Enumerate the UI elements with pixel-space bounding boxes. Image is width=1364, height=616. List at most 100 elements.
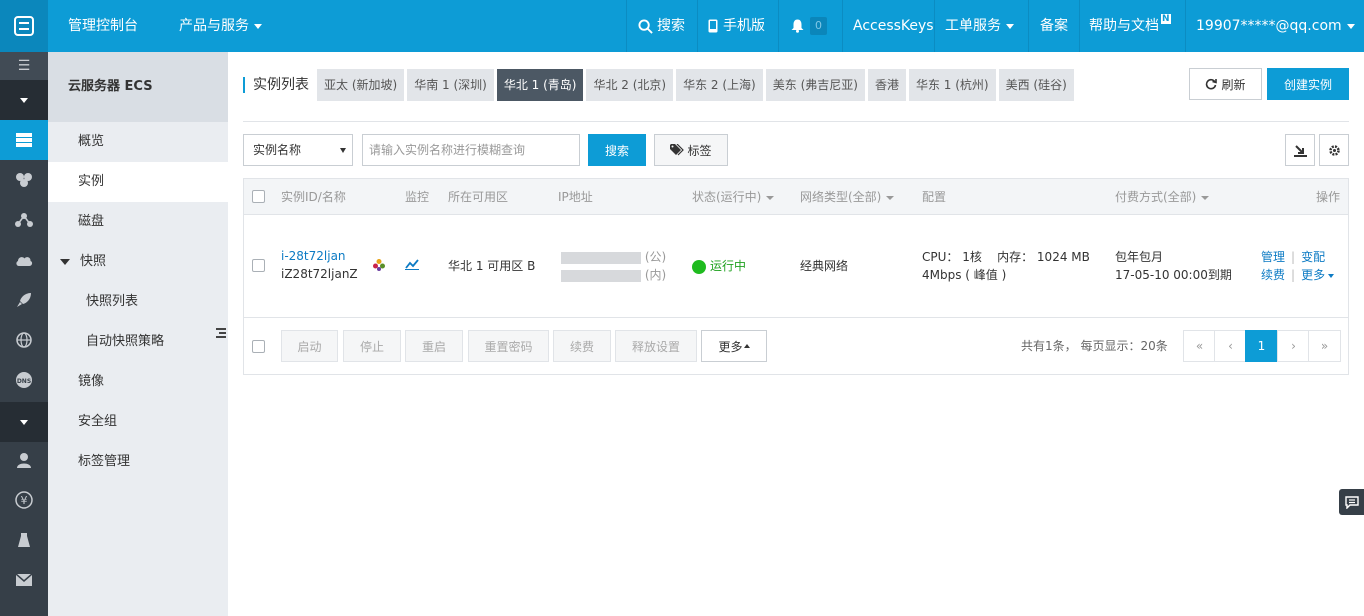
next-page-button[interactable]: › <box>1277 330 1310 362</box>
help-menu-label: 帮助与文档 <box>1089 18 1159 34</box>
notification-menu[interactable]: 0 <box>791 0 827 52</box>
refresh-icon <box>1206 78 1218 90</box>
row-checkbox[interactable] <box>252 259 265 272</box>
products-menu[interactable]: 产品与服务 <box>179 0 262 52</box>
sidebar-item-images[interactable]: 镜像 <box>48 362 228 402</box>
dns-icon[interactable]: DNS <box>0 360 48 400</box>
release-settings-button[interactable]: 释放设置 <box>615 330 697 362</box>
region-tab-active[interactable]: 华北 1 (青岛) <box>496 69 584 101</box>
ip-public: (公) <box>561 249 666 266</box>
region-tab[interactable]: 华东 1 (杭州) <box>908 69 996 101</box>
list-toggle-icon <box>216 328 226 338</box>
more-actions-link[interactable]: 更多 <box>1301 268 1335 282</box>
icp-link[interactable]: 备案 <box>1040 0 1068 52</box>
sidebar-item-disks[interactable]: 磁盘 <box>48 202 228 242</box>
collapse-arrow-icon[interactable] <box>0 402 48 442</box>
rocket-icon[interactable] <box>0 280 48 320</box>
region-tab[interactable]: 华南 1 (深圳) <box>407 69 494 101</box>
renew-link[interactable]: 续费 <box>1261 268 1285 282</box>
region-tab[interactable]: 美西 (硅谷) <box>998 69 1074 101</box>
chat-icon[interactable] <box>1339 489 1364 515</box>
cloud-icon[interactable] <box>0 240 48 280</box>
tag-filter-button[interactable]: 标签 <box>654 134 728 166</box>
start-button[interactable]: 启动 <box>281 330 338 362</box>
sidebar-item-snapshot-list[interactable]: 快照列表 <box>48 282 228 322</box>
mail-icon[interactable] <box>0 560 48 600</box>
instance-id[interactable]: i-28t72ljan <box>281 249 346 263</box>
globe-icon[interactable] <box>0 320 48 360</box>
console-link[interactable]: 管理控制台 <box>68 0 138 52</box>
account-menu[interactable]: 19907*****@qq.com <box>1196 0 1355 52</box>
prev-page-button[interactable]: ‹ <box>1214 330 1247 362</box>
upgrade-link[interactable]: 变配 <box>1301 250 1325 264</box>
renew-button[interactable]: 续费 <box>553 330 611 362</box>
settings-button[interactable] <box>1319 134 1349 166</box>
sidebar-item-instances[interactable]: 实例 <box>48 162 228 202</box>
search-button[interactable]: 搜索 <box>588 134 646 166</box>
sidebar-item-auto-snapshot-policy[interactable]: 自动快照策略 <box>48 322 228 362</box>
mobile-menu[interactable]: 手机版 <box>708 0 765 52</box>
stop-button[interactable]: 停止 <box>343 330 401 362</box>
first-page-button[interactable]: « <box>1183 330 1216 362</box>
manage-link[interactable]: 管理 <box>1261 250 1285 264</box>
sidebar-item-security-groups[interactable]: 安全组 <box>48 402 228 442</box>
col-status-filter[interactable]: 状态(运行中) <box>692 179 775 215</box>
collapse-arrow-icon[interactable] <box>0 80 48 120</box>
tickets-menu[interactable]: 工单服务 <box>945 0 1014 52</box>
footer-select-all-checkbox[interactable] <box>252 340 265 353</box>
sidebar-item-tags[interactable]: 标签管理 <box>48 442 228 482</box>
select-all-checkbox[interactable] <box>252 190 265 203</box>
tools-icon[interactable] <box>0 520 48 560</box>
export-button[interactable] <box>1285 134 1315 166</box>
filter-select[interactable]: 实例名称 <box>243 134 353 166</box>
col-network-label: 网络类型(全部) <box>800 190 882 204</box>
col-instance-id: 实例ID/名称 <box>281 190 346 204</box>
more-actions-label: 更多 <box>1301 268 1326 282</box>
home-logo-icon[interactable] <box>0 0 48 52</box>
svg-text:¥: ¥ <box>21 494 28 507</box>
yen-icon[interactable]: ¥ <box>0 480 48 520</box>
col-network-filter[interactable]: 网络类型(全部) <box>800 179 895 215</box>
instance-table: 实例ID/名称 监控 所在可用区 IP地址 状态(运行中) 网络类型(全部) 配… <box>243 178 1349 375</box>
region-tab[interactable]: 华东 2 (上海) <box>676 69 763 101</box>
last-page-button[interactable]: » <box>1308 330 1341 362</box>
refresh-button[interactable]: 刷新 <box>1189 68 1262 100</box>
more-button[interactable]: 更多 <box>701 330 767 362</box>
sidebar-title: 云服务器 ECS <box>48 52 228 122</box>
bell-icon <box>791 19 804 33</box>
billing-expiry: 17-05-10 00:00到期 <box>1115 268 1232 282</box>
region-tab[interactable]: 香港 <box>867 69 906 101</box>
accesskeys-link[interactable]: AccessKeys <box>853 0 934 52</box>
sidebar-collapse-handle[interactable] <box>214 313 228 353</box>
chevron-down-icon <box>1346 23 1355 29</box>
status-badge: 运行中 <box>692 258 746 275</box>
reset-password-button[interactable]: 重置密码 <box>468 330 549 362</box>
search-menu-label: 搜索 <box>657 18 685 34</box>
col-monitor: 监控 <box>405 190 430 204</box>
region-tab[interactable]: 华北 2 (北京) <box>586 69 674 101</box>
region-tab[interactable]: 亚太 (新加坡) <box>317 69 405 101</box>
server-icon[interactable] <box>0 120 48 160</box>
notification-count-badge: 0 <box>810 17 827 35</box>
search-menu[interactable]: 搜索 <box>638 0 685 52</box>
restart-button[interactable]: 重启 <box>405 330 463 362</box>
tag-label: 标签 <box>687 143 712 158</box>
mobile-menu-label: 手机版 <box>723 18 765 34</box>
sidebar-item-overview[interactable]: 概览 <box>48 122 228 162</box>
search-input[interactable] <box>362 134 580 166</box>
menu-icon[interactable]: ☰ <box>0 52 48 80</box>
cluster-icon[interactable] <box>0 160 48 200</box>
page-info: 共有1条， 每页显示：20条 <box>1021 339 1168 353</box>
instance-id-link[interactable]: i-28t72ljan <box>281 248 346 265</box>
user-icon[interactable] <box>0 440 48 480</box>
help-menu[interactable]: 帮助与文档 N <box>1089 0 1171 52</box>
sidebar-item-snapshots[interactable]: 快照 <box>48 242 228 282</box>
create-instance-button[interactable]: 创建实例 <box>1267 68 1349 100</box>
network-icon[interactable] <box>0 200 48 240</box>
status-text: 运行中 <box>710 259 747 273</box>
region-tab[interactable]: 美东 (弗吉尼亚) <box>765 69 865 101</box>
current-page-button[interactable]: 1 <box>1245 330 1278 362</box>
col-billing-filter[interactable]: 付费方式(全部) <box>1115 179 1210 215</box>
col-config: 配置 <box>922 190 947 204</box>
monitor-chart-icon[interactable] <box>405 258 419 275</box>
